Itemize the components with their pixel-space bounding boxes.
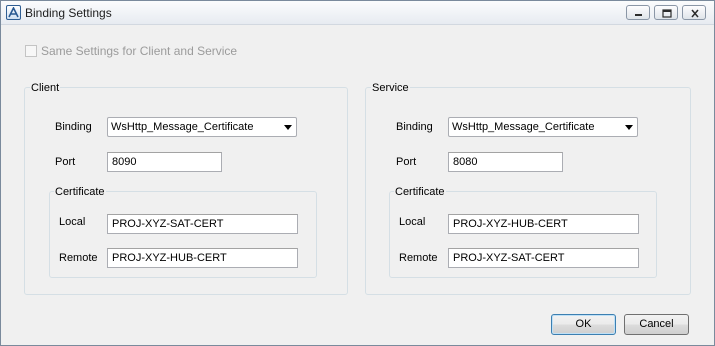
app-a-icon — [6, 5, 21, 20]
window-title: Binding Settings — [25, 6, 112, 20]
service-remote-cert-input[interactable]: PROJ-XYZ-SAT-CERT — [448, 248, 639, 268]
client-local-cert-input[interactable]: PROJ-XYZ-SAT-CERT — [107, 214, 298, 234]
service-binding-select[interactable]: WsHttp_Message_Certificate — [448, 117, 638, 137]
service-port-label: Port — [396, 156, 417, 168]
service-binding-label: Binding — [396, 121, 433, 133]
client-binding-value: WsHttp_Message_Certificate — [111, 121, 254, 133]
close-button[interactable] — [682, 5, 706, 20]
client-binding-label: Binding — [55, 121, 92, 133]
same-settings-checkbox[interactable] — [25, 45, 37, 57]
minimize-icon — [635, 14, 642, 16]
client-port-label: Port — [55, 156, 76, 168]
service-binding-value: WsHttp_Message_Certificate — [452, 121, 595, 133]
client-certificate-title: Certificate — [54, 186, 106, 198]
client-port-input[interactable]: 8090 — [107, 152, 222, 172]
minimize-button[interactable] — [626, 5, 650, 20]
service-remote-label: Remote — [399, 252, 438, 264]
client-group-title: Client — [30, 82, 61, 94]
restore-icon — [662, 9, 672, 18]
client-remote-cert-input[interactable]: PROJ-XYZ-HUB-CERT — [107, 248, 298, 268]
restore-button[interactable] — [654, 5, 678, 20]
service-local-label: Local — [399, 216, 426, 228]
service-local-cert-input[interactable]: PROJ-XYZ-HUB-CERT — [448, 214, 639, 234]
service-certificate-title: Certificate — [394, 186, 446, 198]
binding-settings-dialog: Binding Settings Same Settings for Clien… — [0, 0, 715, 346]
chevron-down-icon — [625, 125, 633, 130]
close-icon — [691, 9, 699, 18]
client-local-label: Local — [59, 216, 86, 228]
cancel-button[interactable]: Cancel — [624, 314, 689, 335]
ok-button[interactable]: OK — [551, 314, 616, 335]
client-remote-label: Remote — [59, 252, 98, 264]
same-settings-label: Same Settings for Client and Service — [41, 44, 238, 58]
client-binding-select[interactable]: WsHttp_Message_Certificate — [107, 117, 297, 137]
title-bar[interactable]: Binding Settings — [1, 1, 714, 25]
chevron-down-icon — [284, 125, 292, 130]
service-group-title: Service — [371, 82, 410, 94]
service-port-input[interactable]: 8080 — [448, 152, 563, 172]
